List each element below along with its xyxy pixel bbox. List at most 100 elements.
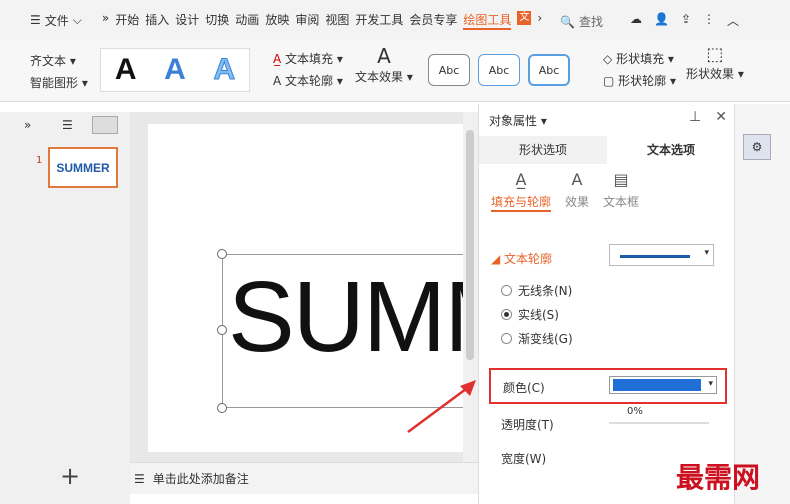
more-vertical-icon[interactable]: ⋮ [703, 12, 715, 29]
sub-tabs: A̲ 填充与轮廓 A 效果 ▤ 文本框 [479, 170, 735, 212]
outline-view-icon[interactable]: ☰ [62, 118, 73, 132]
scroll-thumb[interactable] [466, 130, 474, 360]
chevron-down-icon: ▾ [704, 248, 709, 258]
textbox-icon: ▤ [613, 170, 629, 189]
expand-icon[interactable]: » [24, 118, 31, 132]
shape-outline-icon: ▢ [603, 74, 615, 88]
panel-tabs: 形状选项 文本选项 [479, 136, 735, 164]
shape-style-3[interactable]: Abc [528, 54, 570, 86]
file-menu[interactable]: ☰ 文件 ⌵ [0, 12, 82, 29]
text-format-group: A̲ 文本填充 ▾ A 文本轮廓 ▾ [273, 48, 343, 92]
panel-title[interactable]: 对象属性 ▾ [489, 112, 547, 129]
shape-effect-icon: ⬚ [706, 44, 724, 65]
notes-icon: ☰ [134, 471, 145, 486]
shape-fill-icon: ◇ [603, 52, 613, 66]
subtab-effect[interactable]: A 效果 [565, 170, 589, 212]
ribbon-tabs: » 开始 插入 设计 切换 动画 放映 审阅 视图 开发工具 会员专享 绘图工具… [102, 10, 542, 30]
text-outline-icon: A [273, 74, 282, 88]
radio-gradient-line[interactable]: 渐变线(G) [501, 330, 573, 347]
text-style-light[interactable]: A [213, 53, 236, 87]
side-toolbar: ⚙ [734, 104, 790, 504]
search-box[interactable]: 🔍 查找 [560, 13, 603, 30]
tab-review[interactable]: 审阅 [295, 11, 319, 30]
shape-style-1[interactable]: Abc [428, 54, 470, 86]
tab-member[interactable]: 会员专享 [409, 11, 457, 30]
ribbon-left-group: 齐文本 ▾ 智能图形 ▾ [30, 50, 88, 94]
hamburger-icon: ☰ [30, 13, 41, 27]
resize-handle[interactable] [217, 249, 227, 259]
text-style-blue[interactable]: A [164, 53, 186, 87]
chevron-right-icon[interactable]: › [537, 11, 542, 30]
tab-home[interactable]: 开始 [115, 11, 139, 30]
effect-icon: A [571, 170, 583, 189]
align-text-button[interactable]: 齐文本 ▾ [30, 50, 88, 72]
radio-no-line[interactable]: 无线条(N) [501, 282, 572, 299]
search-icon: 🔍 [560, 14, 575, 29]
tab-text-options[interactable]: 文本选项 [607, 136, 735, 164]
transparency-value: 0% [627, 406, 643, 417]
text-outline-button[interactable]: A 文本轮廓 ▾ [273, 70, 343, 92]
notes-bar[interactable]: ☰ 单击此处添加备注 [130, 462, 480, 494]
shape-fill-button[interactable]: ◇ 形状填充 ▾ [603, 48, 676, 70]
file-label: 文件 [44, 13, 69, 28]
color-picker[interactable]: ▾ [609, 376, 717, 394]
color-label: 颜色(C) [503, 381, 545, 395]
subtab-textbox[interactable]: ▤ 文本框 [603, 170, 639, 212]
fill-outline-icon: A̲ [515, 170, 527, 189]
cloud-icon[interactable]: ☁ [630, 12, 642, 29]
width-label: 宽度(W) [501, 452, 547, 466]
slide-thumbnail-pane: » ☰ 1 SUMMER + [0, 112, 130, 504]
ribbon: 齐文本 ▾ 智能图形 ▾ A A A A̲ 文本填充 ▾ A 文本轮廓 ▾ A … [0, 40, 790, 102]
notes-placeholder: 单击此处添加备注 [152, 472, 249, 486]
slide-thumbnail[interactable]: SUMMER [48, 147, 118, 188]
text-fill-icon: A̲ [273, 52, 282, 66]
panel-title-icons: ⊥ ✕ [689, 109, 727, 125]
slide-view-icon[interactable] [92, 116, 118, 134]
collapse-icon[interactable]: ︿ [727, 12, 739, 29]
annotation-arrow [407, 380, 476, 434]
tab-view[interactable]: 视图 [325, 11, 349, 30]
text-effect-button[interactable]: A 文本效果 ▾ [355, 44, 413, 85]
share-icon[interactable]: ⇪ [681, 12, 691, 29]
radio-solid-line[interactable]: 实线(S) [501, 306, 559, 323]
close-icon[interactable]: ✕ [715, 109, 727, 125]
tab-shape-options[interactable]: 形状选项 [479, 136, 607, 164]
user-icon[interactable]: 👤 [654, 12, 669, 29]
chevron-down-icon: ▾ [708, 379, 713, 389]
text-tools-icon[interactable]: 文 [517, 10, 532, 25]
color-row: 颜色(C) ▾ [489, 368, 727, 404]
tab-slideshow[interactable]: 放映 [265, 11, 289, 30]
resize-handle[interactable] [217, 325, 227, 335]
tab-transition[interactable]: 切换 [205, 11, 229, 30]
outline-section-title[interactable]: ◢ 文本轮廓 [491, 250, 552, 267]
resize-handle[interactable] [217, 403, 227, 413]
line-style-dropdown[interactable]: ▾ [609, 244, 714, 266]
add-slide-icon[interactable]: + [60, 462, 80, 490]
transparency-label: 透明度(T) [501, 418, 554, 432]
tab-developer[interactable]: 开发工具 [355, 11, 403, 30]
pin-icon[interactable]: ⊥ [689, 109, 701, 125]
smart-shape-button[interactable]: 智能图形 ▾ [30, 72, 88, 94]
slide-number: 1 [36, 155, 43, 166]
text-style-black[interactable]: A [115, 53, 137, 87]
tab-drawing-tools[interactable]: 绘图工具 [463, 11, 512, 30]
tab-insert[interactable]: 插入 [145, 11, 169, 30]
transparency-slider[interactable] [609, 422, 709, 424]
properties-toggle-icon[interactable]: ⚙ [743, 134, 771, 160]
slide-text[interactable]: SUMMER [228, 260, 480, 375]
shape-style-2[interactable]: Abc [478, 54, 520, 86]
object-properties-panel: 对象属性 ▾ ⊥ ✕ 形状选项 文本选项 A̲ 填充与轮廓 A 效果 ▤ 文本框 ◢ … [478, 104, 735, 504]
text-effect-icon: A [377, 44, 391, 68]
tab-design[interactable]: 设计 [175, 11, 199, 30]
more-icon[interactable]: » [102, 11, 109, 30]
watermark: 最需网 [676, 461, 761, 494]
chevron-down-icon: ⌵ [72, 12, 82, 27]
title-icons: ☁ 👤 ⇪ ⋮ ︿ [630, 12, 739, 29]
subtab-fill-outline[interactable]: A̲ 填充与轮廓 [491, 170, 552, 212]
text-fill-button[interactable]: A̲ 文本填充 ▾ [273, 48, 343, 70]
text-style-gallery: A A A [100, 48, 250, 92]
tab-animation[interactable]: 动画 [235, 11, 259, 30]
shape-outline-button[interactable]: ▢ 形状轮廓 ▾ [603, 70, 676, 92]
shape-effect-button[interactable]: ⬚ 形状效果 ▾ [686, 44, 744, 82]
shape-format-group: ◇ 形状填充 ▾ ▢ 形状轮廓 ▾ [603, 48, 676, 92]
